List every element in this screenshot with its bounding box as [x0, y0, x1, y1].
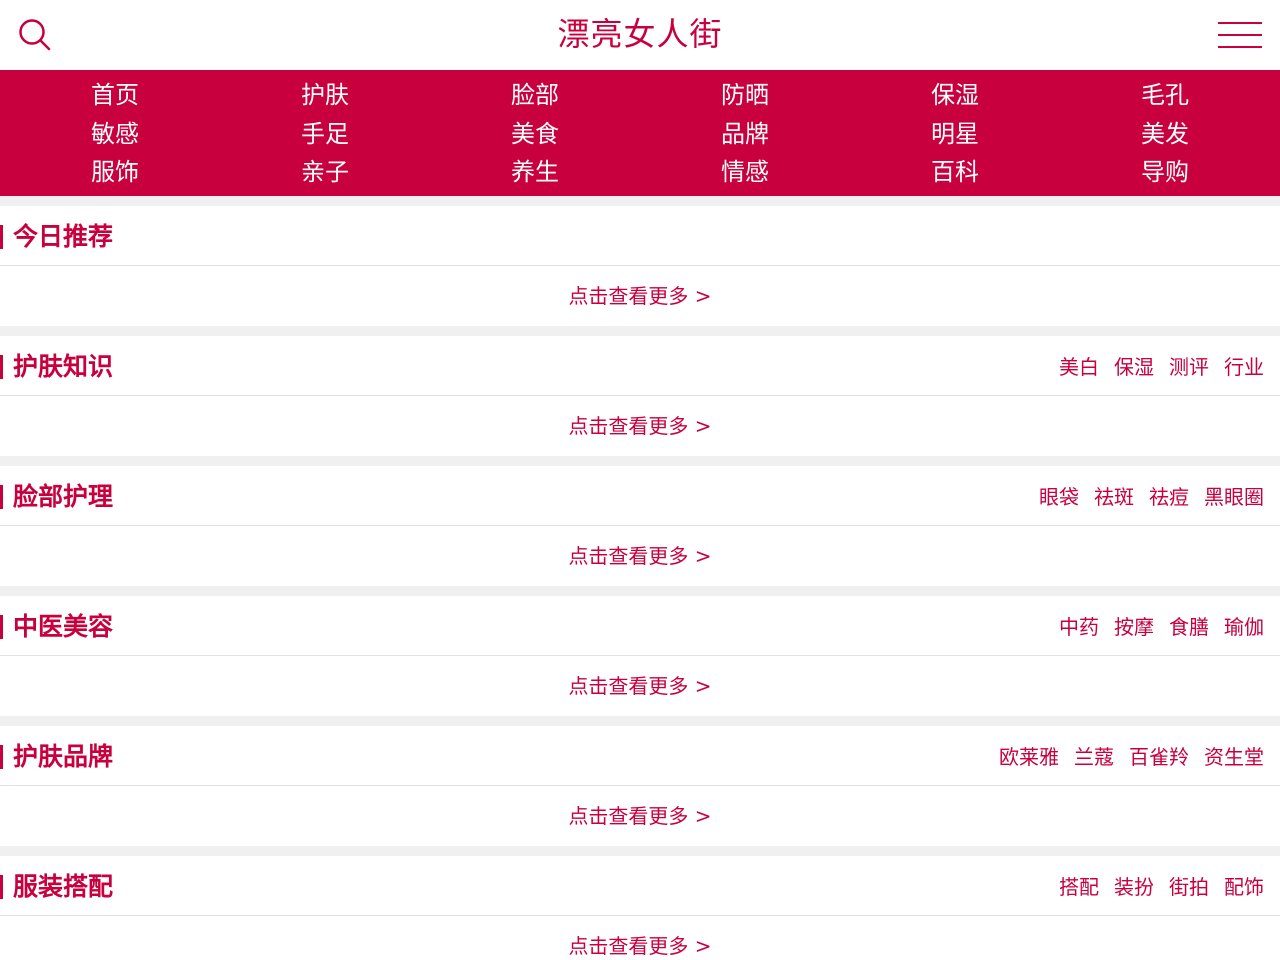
site-title[interactable]: 漂亮女人街: [0, 14, 1280, 54]
nav-item[interactable]: 养生: [430, 153, 640, 192]
section-divider: [0, 456, 1280, 466]
nav-item[interactable]: 敏感: [10, 115, 220, 154]
section-title[interactable]: 脸部护理: [13, 480, 113, 514]
section-tag-link[interactable]: 瑜伽: [1224, 612, 1264, 642]
nav-item[interactable]: 保湿: [850, 76, 1060, 115]
view-more-link[interactable]: 点击查看更多 >: [568, 786, 711, 846]
nav-item[interactable]: 情感: [640, 153, 850, 192]
section-header: 今日推荐: [0, 206, 1280, 266]
section-header: 中医美容 中药 按摩 食膳 瑜伽: [0, 596, 1280, 656]
section-title[interactable]: 今日推荐: [13, 220, 113, 254]
view-more-link[interactable]: 点击查看更多 >: [568, 266, 711, 326]
nav-item[interactable]: 服饰: [10, 153, 220, 192]
view-more-link[interactable]: 点击查看更多 >: [568, 916, 711, 960]
section-tag-link[interactable]: 配饰: [1224, 872, 1264, 902]
nav-item[interactable]: 品牌: [640, 115, 850, 154]
section-header: 护肤品牌 欧莱雅 兰蔻 百雀羚 资生堂: [0, 726, 1280, 786]
section-tag-link[interactable]: 祛痘: [1149, 482, 1189, 512]
more-row: 点击查看更多 >: [0, 656, 1280, 716]
site-header: 漂亮女人街: [0, 0, 1280, 70]
section-tag-link[interactable]: 中药: [1059, 612, 1099, 642]
more-row: 点击查看更多 >: [0, 916, 1280, 960]
more-row: 点击查看更多 >: [0, 526, 1280, 586]
nav-item[interactable]: 美食: [430, 115, 640, 154]
section-accent-bar: [0, 485, 3, 509]
section-title[interactable]: 护肤品牌: [13, 740, 113, 774]
section-tag-link[interactable]: 街拍: [1169, 872, 1209, 902]
section-tags: 搭配 装扮 街拍 配饰: [1059, 872, 1264, 902]
section-tag-link[interactable]: 食膳: [1169, 612, 1209, 642]
nav-item[interactable]: 百科: [850, 153, 1060, 192]
nav-item[interactable]: 手足: [220, 115, 430, 154]
section-tag-link[interactable]: 搭配: [1059, 872, 1099, 902]
nav-item[interactable]: 明星: [850, 115, 1060, 154]
nav-item[interactable]: 导购: [1060, 153, 1270, 192]
section-accent-bar: [0, 875, 3, 899]
section-tags: 美白 保湿 测评 行业: [1059, 352, 1264, 382]
section-tag-link[interactable]: 黑眼圈: [1204, 482, 1264, 512]
nav-item[interactable]: 护肤: [220, 76, 430, 115]
section-accent-bar: [0, 745, 3, 769]
section-divider: [0, 716, 1280, 726]
nav-item[interactable]: 美发: [1060, 115, 1270, 154]
section-tag-link[interactable]: 眼袋: [1039, 482, 1079, 512]
section-title[interactable]: 护肤知识: [13, 350, 113, 384]
category-nav: 首页 护肤 脸部 防晒 保湿 毛孔敏感 手足 美食 品牌 明星 美发服饰 亲子 养生 情感 百科 导购: [0, 70, 1280, 196]
section-tag-link[interactable]: 按摩: [1114, 612, 1154, 642]
section-header: 护肤知识 美白 保湿 测评 行业: [0, 336, 1280, 396]
more-row: 点击查看更多 >: [0, 266, 1280, 326]
section-divider: [0, 586, 1280, 596]
section-tag-link[interactable]: 兰蔻: [1074, 742, 1114, 772]
nav-item[interactable]: 脸部: [430, 76, 640, 115]
more-row: 点击查看更多 >: [0, 396, 1280, 456]
section-tag-link[interactable]: 行业: [1224, 352, 1264, 382]
section-tags: 欧莱雅 兰蔻 百雀羚 资生堂: [999, 742, 1264, 772]
section-tag-link[interactable]: 资生堂: [1204, 742, 1264, 772]
section-header: 服装搭配 搭配 装扮 街拍 配饰: [0, 856, 1280, 916]
section-tag-link[interactable]: 装扮: [1114, 872, 1154, 902]
section-title[interactable]: 中医美容: [13, 610, 113, 644]
section-accent-bar: [0, 355, 3, 379]
section-tag-link[interactable]: 百雀羚: [1129, 742, 1189, 772]
section-divider: [0, 196, 1280, 206]
section-accent-bar: [0, 615, 3, 639]
section-tag-link[interactable]: 测评: [1169, 352, 1209, 382]
section-tag-link[interactable]: 欧莱雅: [999, 742, 1059, 772]
section-divider: [0, 846, 1280, 856]
view-more-link[interactable]: 点击查看更多 >: [568, 526, 711, 586]
section-tag-link[interactable]: 保湿: [1114, 352, 1154, 382]
hamburger-menu-icon[interactable]: [1218, 22, 1262, 50]
view-more-link[interactable]: 点击查看更多 >: [568, 656, 711, 716]
more-row: 点击查看更多 >: [0, 786, 1280, 846]
section-tags: 中药 按摩 食膳 瑜伽: [1059, 612, 1264, 642]
section-accent-bar: [0, 225, 3, 249]
section-divider: [0, 326, 1280, 336]
nav-item[interactable]: 首页: [10, 76, 220, 115]
view-more-link[interactable]: 点击查看更多 >: [568, 396, 711, 456]
section-tag-link[interactable]: 祛斑: [1094, 482, 1134, 512]
section-tag-link[interactable]: 美白: [1059, 352, 1099, 382]
nav-item[interactable]: 亲子: [220, 153, 430, 192]
section-header: 脸部护理 眼袋 祛斑 祛痘 黑眼圈: [0, 466, 1280, 526]
nav-item[interactable]: 毛孔: [1060, 76, 1270, 115]
section-tags: 眼袋 祛斑 祛痘 黑眼圈: [1039, 482, 1264, 512]
section-title[interactable]: 服装搭配: [13, 870, 113, 904]
nav-item[interactable]: 防晒: [640, 76, 850, 115]
